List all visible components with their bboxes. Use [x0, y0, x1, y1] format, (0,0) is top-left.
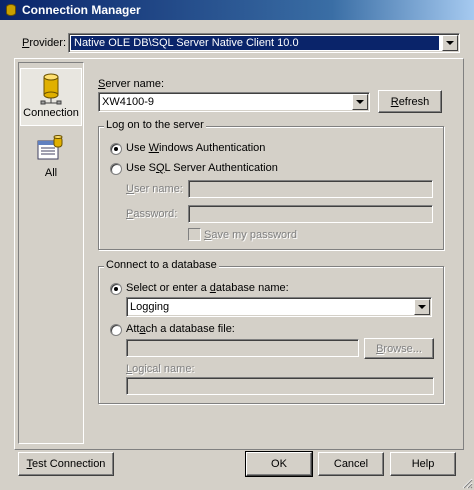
- windows-auth-radio[interactable]: [110, 143, 122, 155]
- logical-name-label: Logical name:: [126, 363, 195, 375]
- sidebar-item-label: All: [44, 167, 58, 179]
- save-password-checkbox[interactable]: [188, 228, 201, 241]
- password-label: Password:: [126, 208, 178, 220]
- server-name-combobox[interactable]: XW4100-9: [98, 92, 370, 112]
- database-name-value: Logging: [130, 301, 170, 313]
- sidebar: Connection All: [18, 62, 84, 444]
- attach-file-radio[interactable]: [110, 324, 122, 336]
- save-password-label[interactable]: Save my password: [204, 229, 297, 241]
- resize-grip-icon[interactable]: [462, 478, 473, 489]
- attach-file-field[interactable]: [126, 339, 359, 357]
- database-group-title: Connect to a database: [104, 259, 219, 271]
- server-name-label: Server name:: [98, 78, 165, 90]
- chevron-down-icon[interactable]: [414, 299, 430, 315]
- database-cylinder-icon: [40, 73, 62, 105]
- window-title: Connection Manager: [22, 3, 141, 17]
- help-button[interactable]: Help: [390, 452, 456, 476]
- select-database-radio[interactable]: [110, 283, 122, 295]
- password-field[interactable]: [188, 205, 433, 223]
- browse-button[interactable]: Browse...: [364, 338, 434, 359]
- provider-dropdown[interactable]: Native OLE DB\SQL Server Native Client 1…: [68, 33, 460, 53]
- provider-label: Provider:: [22, 37, 67, 49]
- attach-file-label[interactable]: Attach a database file:: [126, 323, 235, 335]
- username-field[interactable]: [188, 180, 433, 198]
- logical-name-field[interactable]: [126, 377, 434, 395]
- properties-list-icon: [37, 135, 63, 160]
- select-database-label[interactable]: Select or enter a database name:: [126, 282, 289, 294]
- test-connection-button[interactable]: Test Connection: [18, 452, 114, 476]
- title-bar[interactable]: Connection Manager: [0, 0, 474, 20]
- provider-value: Native OLE DB\SQL Server Native Client 1…: [71, 36, 439, 50]
- sql-auth-label[interactable]: Use SQL Server Authentication: [126, 162, 278, 174]
- chevron-down-icon[interactable]: [352, 94, 368, 110]
- username-label: User name:: [126, 183, 183, 195]
- cancel-button[interactable]: Cancel: [318, 452, 384, 476]
- app-icon: [4, 3, 18, 17]
- sidebar-item-label: Connection: [23, 107, 79, 119]
- sql-auth-radio[interactable]: [110, 163, 122, 175]
- refresh-button[interactable]: Refresh: [378, 90, 442, 113]
- database-name-combobox[interactable]: Logging: [126, 297, 432, 317]
- server-name-value: XW4100-9: [102, 96, 154, 108]
- ok-button[interactable]: OK: [245, 451, 313, 477]
- sidebar-item-all[interactable]: All: [20, 135, 82, 187]
- logon-group-title: Log on to the server: [104, 119, 206, 131]
- sidebar-item-connection[interactable]: Connection: [20, 68, 82, 126]
- chevron-down-icon[interactable]: [442, 35, 458, 51]
- windows-auth-label[interactable]: Use Windows Authentication: [126, 142, 265, 154]
